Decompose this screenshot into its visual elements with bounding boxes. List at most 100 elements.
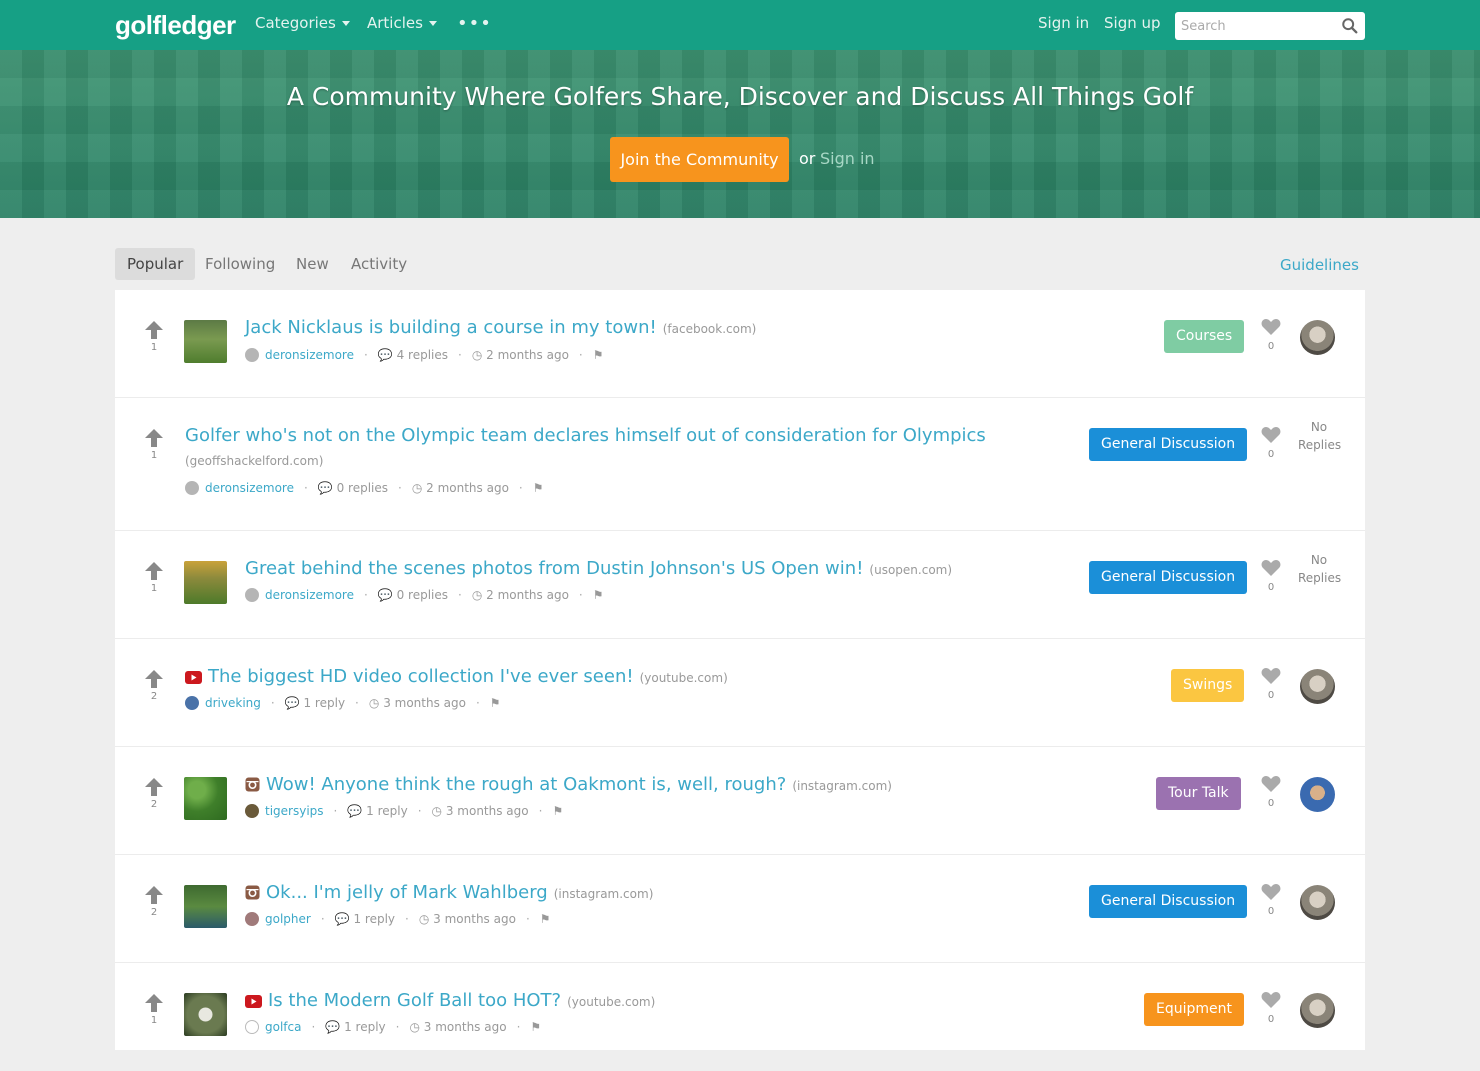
post-domain: (instagram.com): [553, 887, 654, 901]
like-control[interactable]: 0: [1260, 991, 1282, 1025]
upvote-arrow-icon[interactable]: [144, 320, 164, 340]
comment-icon: 💬: [317, 481, 333, 495]
post-author-link[interactable]: golfca: [265, 1020, 301, 1034]
vote-count: 2: [150, 907, 158, 918]
upvote-control[interactable]: 2: [144, 777, 164, 810]
flag-icon[interactable]: ⚑: [530, 1020, 541, 1034]
join-community-button[interactable]: Join the Community: [610, 137, 789, 182]
hero-signin-link[interactable]: Sign in: [820, 149, 875, 168]
post-author-link[interactable]: tigersyips: [265, 804, 324, 818]
reply-count[interactable]: 4 replies: [397, 348, 448, 362]
site-logo[interactable]: golfledger: [115, 10, 236, 41]
post-title-link[interactable]: Great behind the scenes photos from Dust…: [245, 558, 863, 579]
last-reply-avatar[interactable]: [1300, 777, 1335, 812]
like-control[interactable]: 0: [1260, 318, 1282, 352]
reply-count[interactable]: 0 replies: [397, 588, 448, 602]
like-control[interactable]: 0: [1260, 426, 1282, 460]
last-reply-avatar[interactable]: [1300, 320, 1335, 355]
heart-icon[interactable]: [1261, 883, 1281, 901]
heart-icon[interactable]: [1261, 991, 1281, 1009]
heart-icon[interactable]: [1261, 775, 1281, 793]
reply-count[interactable]: 1 reply: [344, 1020, 386, 1034]
tab-activity[interactable]: Activity: [339, 248, 419, 280]
upvote-arrow-icon[interactable]: [144, 561, 164, 581]
post-title-link[interactable]: Jack Nicklaus is building a course in my…: [245, 317, 657, 338]
post-thumbnail[interactable]: [184, 777, 227, 820]
upvote-arrow-icon[interactable]: [144, 669, 164, 689]
category-badge[interactable]: General Discussion: [1089, 561, 1248, 594]
clock-icon: ◷: [418, 912, 430, 926]
category-badge[interactable]: Swings: [1171, 669, 1245, 702]
post-title-link[interactable]: Ok... I'm jelly of Mark Wahlberg: [266, 882, 548, 903]
tab-following[interactable]: Following: [193, 248, 287, 280]
nav-articles-menu[interactable]: Articles: [367, 14, 437, 32]
last-reply-avatar[interactable]: [1300, 669, 1335, 704]
post-thumbnail[interactable]: [184, 561, 227, 604]
like-control[interactable]: 0: [1260, 883, 1282, 917]
category-badge[interactable]: General Discussion: [1089, 885, 1248, 918]
post-author-link[interactable]: driveking: [205, 696, 261, 710]
category-badge[interactable]: Equipment: [1144, 993, 1244, 1026]
nav-signin-link[interactable]: Sign in: [1038, 14, 1089, 32]
nav-categories-menu[interactable]: Categories: [255, 14, 350, 32]
upvote-arrow-icon[interactable]: [144, 993, 164, 1013]
no-replies-line-2: Replies: [1298, 438, 1342, 452]
like-control[interactable]: 0: [1260, 775, 1282, 809]
reply-count[interactable]: 1 reply: [353, 912, 395, 926]
post-title-link[interactable]: Golfer who's not on the Olympic team dec…: [185, 425, 986, 446]
more-menu-icon[interactable]: •••: [457, 15, 492, 33]
search-input[interactable]: [1175, 12, 1365, 40]
post-title-link[interactable]: The biggest HD video collection I've eve…: [208, 666, 634, 687]
upvote-control[interactable]: 2: [144, 669, 164, 702]
post-domain: (youtube.com): [567, 995, 656, 1009]
post-thumbnail[interactable]: [184, 993, 227, 1036]
upvote-arrow-icon[interactable]: [144, 885, 164, 905]
upvote-control[interactable]: 1: [144, 320, 164, 353]
post-thumbnail[interactable]: [184, 320, 227, 363]
post-author-link[interactable]: deronsizemore: [265, 588, 354, 602]
flag-icon[interactable]: ⚑: [552, 804, 563, 818]
flag-icon[interactable]: ⚑: [533, 481, 544, 495]
search-icon[interactable]: [1341, 17, 1359, 35]
heart-icon[interactable]: [1261, 559, 1281, 577]
reply-count[interactable]: 1 reply: [366, 804, 408, 818]
last-reply-avatar[interactable]: [1300, 885, 1335, 920]
flag-icon[interactable]: ⚑: [593, 588, 604, 602]
like-control[interactable]: 0: [1260, 559, 1282, 593]
post-time: 3 months ago: [433, 912, 516, 926]
tab-new[interactable]: New: [284, 248, 341, 280]
like-control[interactable]: 0: [1260, 667, 1282, 701]
like-count: 0: [1267, 798, 1275, 809]
post-thumbnail[interactable]: [184, 885, 227, 928]
nav-articles-label: Articles: [367, 14, 423, 32]
upvote-arrow-icon[interactable]: [144, 777, 164, 797]
flag-icon[interactable]: ⚑: [593, 348, 604, 362]
upvote-control[interactable]: 1: [144, 428, 164, 461]
flag-icon[interactable]: ⚑: [490, 696, 501, 710]
nav-signup-link[interactable]: Sign up: [1104, 14, 1161, 32]
upvote-arrow-icon[interactable]: [144, 428, 164, 448]
upvote-control[interactable]: 1: [144, 561, 164, 594]
reply-count[interactable]: 1 reply: [303, 696, 345, 710]
flag-icon[interactable]: ⚑: [540, 912, 551, 926]
post-author-link[interactable]: golpher: [265, 912, 311, 926]
category-badge[interactable]: Courses: [1164, 320, 1245, 353]
post-domain-line: (geoffshackelford.com): [185, 454, 323, 468]
heart-icon[interactable]: [1261, 426, 1281, 444]
last-reply-avatar[interactable]: [1300, 993, 1335, 1028]
category-badge[interactable]: Tour Talk: [1156, 777, 1241, 810]
heart-icon[interactable]: [1261, 318, 1281, 336]
post-title-link[interactable]: Wow! Anyone think the rough at Oakmont i…: [266, 774, 786, 795]
post-author-link[interactable]: deronsizemore: [205, 481, 294, 495]
category-badge[interactable]: General Discussion: [1089, 428, 1248, 461]
heart-icon[interactable]: [1261, 667, 1281, 685]
post-author-link[interactable]: deronsizemore: [265, 348, 354, 362]
reply-count[interactable]: 0 replies: [337, 481, 388, 495]
post-title-link[interactable]: Is the Modern Golf Ball too HOT?: [268, 990, 561, 1011]
hero-title: A Community Where Golfers Share, Discove…: [286, 82, 1194, 111]
upvote-control[interactable]: 2: [144, 885, 164, 918]
post-title-line: Great behind the scenes photos from Dust…: [245, 558, 952, 579]
upvote-control[interactable]: 1: [144, 993, 164, 1026]
guidelines-link[interactable]: Guidelines: [1280, 256, 1359, 274]
tab-popular[interactable]: Popular: [115, 248, 196, 280]
